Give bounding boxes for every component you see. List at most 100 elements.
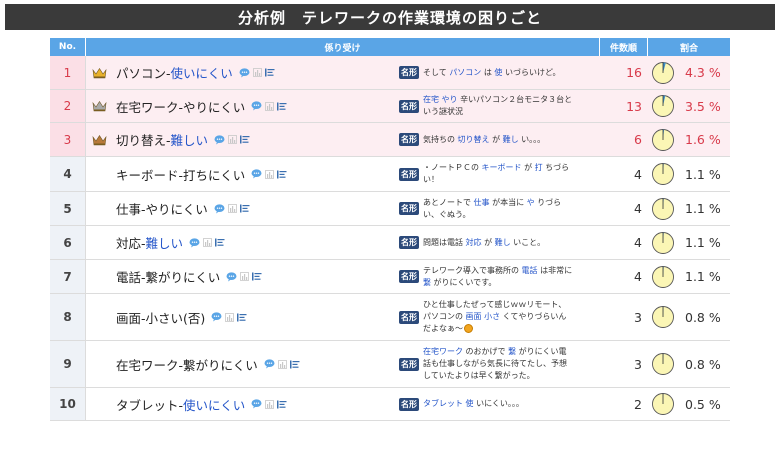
count-value: 4 xyxy=(634,166,642,182)
count-value: 4 xyxy=(634,235,642,250)
comment-icon[interactable] xyxy=(214,203,225,214)
list-icon[interactable] xyxy=(237,313,247,322)
keyword-target[interactable]: 使いにくい xyxy=(183,395,245,414)
ratio-cell: 0.8 % xyxy=(648,294,730,340)
header-kakari[interactable]: 係り受け xyxy=(86,38,600,56)
keyword-cell: 仕事-やりにくい 名形 あとノートで 仕事 が本当に や りづらい、ぐぬう。 xyxy=(86,192,600,225)
comment-icon[interactable] xyxy=(251,399,262,409)
rank-number: 9 xyxy=(50,341,86,387)
bar-chart-icon[interactable] xyxy=(227,204,237,213)
keyword-cell: キーボード-打ちにくい 名形 ・ノートＰＣの キーボード が 打 ちづらい！ xyxy=(86,157,600,191)
example-text: ・ノートＰＣの キーボード が 打 ちづらい！ xyxy=(423,162,573,186)
keyword-pair[interactable]: パソコン- 使いにくい xyxy=(116,63,275,82)
list-icon[interactable] xyxy=(277,102,287,111)
comment-icon[interactable] xyxy=(264,359,275,369)
keyword-source[interactable]: パソコン- xyxy=(116,63,171,82)
example-keyword: 繋 xyxy=(508,347,517,356)
ratio-value: 0.8 % xyxy=(685,356,721,372)
list-icon[interactable] xyxy=(215,238,225,247)
keyword-target[interactable]: 使いにくい xyxy=(171,63,233,82)
comment-icon[interactable] xyxy=(251,101,262,111)
example-fragment: のおかげで xyxy=(463,347,509,356)
list-icon[interactable] xyxy=(277,400,287,409)
keyword-source[interactable]: 仕事-やりにくい xyxy=(116,199,208,218)
comment-icon[interactable] xyxy=(251,169,262,179)
example-keyword: 対応 xyxy=(465,237,482,247)
example-fragment: は xyxy=(481,67,495,77)
pos-tag: 名形 xyxy=(399,270,419,283)
bar-chart-icon[interactable] xyxy=(265,101,275,111)
comment-icon[interactable] xyxy=(239,67,250,78)
keyword-pair[interactable]: 切り替え- 難しい xyxy=(116,130,250,149)
keyword-pair[interactable]: キーボード-打ちにくい xyxy=(116,165,287,184)
keyword-pair[interactable]: 仕事-やりにくい xyxy=(116,199,250,218)
bar-chart-icon[interactable] xyxy=(265,399,275,409)
comment-icon[interactable] xyxy=(211,312,222,322)
table-row: 2 在宅ワーク-やりにくい 名形 在宅 やり 辛いパソコン２台モニタ３台という謎状況 1… xyxy=(50,90,730,123)
example-sentence: 名形 タブレット 使 いにくい。。。 xyxy=(399,388,573,420)
example-text: 問題は電話 対応 が 難し いこと。 xyxy=(423,237,573,249)
ratio-pie-icon xyxy=(652,95,674,117)
ratio-pie-icon xyxy=(652,353,674,375)
bar-chart-icon[interactable] xyxy=(277,359,287,369)
bar-chart-icon[interactable] xyxy=(228,135,237,144)
example-sentence: 名形 ひと仕事したぜって感じｗｗリモート、パソコンの 画面 小さ くてやりづらいん… xyxy=(399,294,573,340)
bar-chart-icon[interactable] xyxy=(265,169,275,179)
rank-number: 3 xyxy=(50,123,86,156)
bar-chart-icon[interactable] xyxy=(225,312,235,322)
row-tools xyxy=(251,169,287,179)
keyword-target[interactable]: 難しい xyxy=(146,233,184,252)
keyword-source[interactable]: タブレット- xyxy=(116,395,183,414)
comment-icon[interactable] xyxy=(189,237,200,248)
keyword-pair[interactable]: 対応- 難しい xyxy=(116,233,225,252)
table-row: 10 タブレット- 使いにくい 名形 タブレット 使 いにくい。。。 2 0.5 % xyxy=(50,388,730,421)
ratio-value: 4.3 % xyxy=(685,65,721,80)
comment-icon[interactable] xyxy=(214,134,225,145)
keyword-source[interactable]: 在宅ワーク-やりにくい xyxy=(116,97,245,116)
keyword-source[interactable]: 在宅ワーク-繋がりにくい xyxy=(116,355,258,374)
comment-icon[interactable] xyxy=(226,271,237,282)
keyword-pair[interactable]: 在宅ワーク-やりにくい xyxy=(116,97,287,116)
ratio-cell: 1.1 % xyxy=(648,226,730,259)
keyword-source[interactable]: キーボード-打ちにくい xyxy=(116,165,245,184)
list-icon[interactable] xyxy=(240,135,250,144)
keyword-source[interactable]: 画面-小さい(否) xyxy=(116,308,205,327)
keyword-pair[interactable]: 画面-小さい(否) xyxy=(116,308,247,327)
keyword-target[interactable]: 難しい xyxy=(171,130,209,149)
keyword-pair[interactable]: タブレット- 使いにくい xyxy=(116,395,287,414)
keyword-source[interactable]: 対応- xyxy=(116,233,146,252)
keyword-pair[interactable]: 在宅ワーク-繋がりにくい xyxy=(116,355,300,374)
ratio-value: 1.1 % xyxy=(685,235,721,250)
list-icon[interactable] xyxy=(239,204,250,213)
header-ratio[interactable]: 割合 xyxy=(648,38,730,56)
example-keyword: パソコン xyxy=(449,67,482,77)
keyword-pair[interactable]: 電話-繋がりにくい xyxy=(116,267,262,286)
table-header: No. 係り受け 件数順 割合 xyxy=(50,38,730,56)
pos-tag: 名形 xyxy=(399,236,419,249)
example-fragment: が xyxy=(521,163,535,172)
list-icon[interactable] xyxy=(277,170,287,179)
keyword-source[interactable]: 電話-繋がりにくい xyxy=(116,267,220,286)
example-fragment: テレワーク導入で事務所の xyxy=(423,265,522,275)
example-text: 気持ちの 切り替え が 難し い。。。 xyxy=(423,134,573,146)
row-tools xyxy=(226,271,262,282)
bar-chart-icon[interactable] xyxy=(203,238,212,247)
header-count[interactable]: 件数順 xyxy=(600,38,648,56)
count-value: 13 xyxy=(626,98,642,114)
rank-number: 10 xyxy=(50,388,86,420)
example-keyword: 打 xyxy=(534,163,543,172)
list-icon[interactable] xyxy=(289,360,300,369)
example-fragment: いにくい。。。 xyxy=(473,399,524,408)
example-fragment: が xyxy=(481,237,495,247)
ratio-cell: 4.3 % xyxy=(648,56,730,89)
bar-chart-icon[interactable] xyxy=(252,68,262,77)
silver-crown-icon xyxy=(91,100,107,112)
ratio-pie-icon xyxy=(652,163,674,185)
pos-tag: 名形 xyxy=(399,202,419,215)
list-icon[interactable] xyxy=(264,68,275,77)
example-text: 在宅 やり 辛いパソコン２台モニタ３台という謎状況 xyxy=(423,94,573,118)
list-icon[interactable] xyxy=(252,272,262,281)
bar-chart-icon[interactable] xyxy=(240,272,250,281)
keyword-source[interactable]: 切り替え- xyxy=(116,130,171,149)
example-fragment: 気持ちの xyxy=(423,134,458,144)
